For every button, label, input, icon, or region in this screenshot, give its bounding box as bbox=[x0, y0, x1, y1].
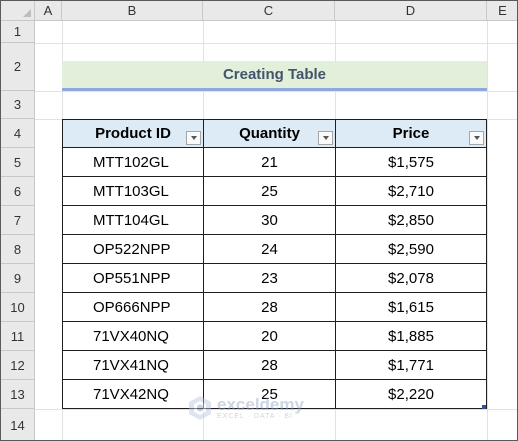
row-header-10[interactable]: 10 bbox=[1, 293, 35, 322]
watermark-name: exceldemy bbox=[217, 395, 304, 414]
cell-quantity[interactable]: 20 bbox=[203, 322, 336, 351]
table-resize-handle[interactable] bbox=[482, 405, 486, 409]
cell-product-id[interactable]: OP666NPP bbox=[62, 293, 204, 322]
cell-price[interactable]: $2,710 bbox=[335, 177, 487, 206]
column-header-c[interactable]: C bbox=[203, 1, 335, 21]
cell-price[interactable]: $2,590 bbox=[335, 235, 487, 264]
select-all-button[interactable] bbox=[1, 1, 35, 21]
table-header-label: Price bbox=[392, 125, 430, 142]
row-header-1[interactable]: 1 bbox=[1, 21, 35, 43]
filter-dropdown-button[interactable] bbox=[318, 131, 333, 145]
cell-product-id[interactable]: OP551NPP bbox=[62, 264, 204, 293]
chevron-down-icon bbox=[190, 136, 197, 140]
chevron-down-icon bbox=[322, 136, 329, 140]
cell-quantity[interactable]: 25 bbox=[203, 177, 336, 206]
row-header-5[interactable]: 5 bbox=[1, 148, 35, 177]
gridline bbox=[35, 43, 517, 44]
cell-price[interactable]: $1,771 bbox=[335, 351, 487, 380]
chevron-down-icon bbox=[473, 136, 480, 140]
cell-price[interactable]: $1,885 bbox=[335, 322, 487, 351]
exceldemy-logo-icon bbox=[189, 396, 211, 420]
watermark-tagline: EXCEL · DATA · BI bbox=[217, 413, 293, 420]
row-header-6[interactable]: 6 bbox=[1, 177, 35, 206]
cell-price[interactable]: $2,220 bbox=[335, 380, 487, 409]
row-header-3[interactable]: 3 bbox=[1, 91, 35, 119]
cell-product-id[interactable]: 71VX42NQ bbox=[62, 380, 204, 409]
cell-product-id[interactable]: 71VX41NQ bbox=[62, 351, 204, 380]
cell-quantity[interactable]: 23 bbox=[203, 264, 336, 293]
row-header-2[interactable]: 2 bbox=[1, 43, 35, 91]
row-header-13[interactable]: 13 bbox=[1, 380, 35, 409]
table-header-label: Product ID bbox=[95, 125, 171, 142]
row-header-9[interactable]: 9 bbox=[1, 264, 35, 293]
table-header-price[interactable]: Price bbox=[335, 119, 487, 148]
cell-price[interactable]: $2,850 bbox=[335, 206, 487, 235]
cell-product-id[interactable]: MTT104GL bbox=[62, 206, 204, 235]
row-header-14[interactable]: 14 bbox=[1, 409, 35, 440]
filter-dropdown-button[interactable] bbox=[469, 131, 484, 145]
title-cell[interactable]: Creating Table bbox=[62, 61, 487, 91]
row-header-11[interactable]: 11 bbox=[1, 322, 35, 351]
watermark: exceldemy EXCEL · DATA · BI bbox=[187, 395, 304, 421]
cell-product-id[interactable]: 71VX40NQ bbox=[62, 322, 204, 351]
row-header-8[interactable]: 8 bbox=[1, 235, 35, 264]
filter-dropdown-button[interactable] bbox=[186, 131, 201, 145]
spreadsheet-window: A B C D E 1 2 3 4 5 6 7 8 9 10 11 12 13 … bbox=[0, 0, 518, 441]
column-header-a[interactable]: A bbox=[35, 1, 62, 21]
sheet-title: Creating Table bbox=[222, 66, 327, 83]
cell-price[interactable]: $2,078 bbox=[335, 264, 487, 293]
column-header-e[interactable]: E bbox=[487, 1, 517, 21]
cell-quantity[interactable]: 28 bbox=[203, 293, 336, 322]
cell-quantity[interactable]: 21 bbox=[203, 148, 336, 177]
row-header-4[interactable]: 4 bbox=[1, 119, 35, 148]
table-header-quantity[interactable]: Quantity bbox=[203, 119, 336, 148]
gridline bbox=[35, 91, 517, 92]
cell-product-id[interactable]: MTT102GL bbox=[62, 148, 204, 177]
select-all-triangle-icon bbox=[23, 9, 31, 17]
cell-price[interactable]: $1,615 bbox=[335, 293, 487, 322]
column-header-b[interactable]: B bbox=[62, 1, 203, 21]
column-header-d[interactable]: D bbox=[335, 1, 487, 21]
cell-product-id[interactable]: MTT103GL bbox=[62, 177, 204, 206]
table-header-product-id[interactable]: Product ID bbox=[62, 119, 204, 148]
cell-quantity[interactable]: 30 bbox=[203, 206, 336, 235]
cell-product-id[interactable]: OP522NPP bbox=[62, 235, 204, 264]
row-header-12[interactable]: 12 bbox=[1, 351, 35, 380]
cell-price[interactable]: $1,575 bbox=[335, 148, 487, 177]
row-header-7[interactable]: 7 bbox=[1, 206, 35, 235]
table-header-label: Quantity bbox=[239, 125, 300, 142]
cell-quantity[interactable]: 24 bbox=[203, 235, 336, 264]
gridline bbox=[487, 21, 488, 440]
cell-quantity[interactable]: 28 bbox=[203, 351, 336, 380]
